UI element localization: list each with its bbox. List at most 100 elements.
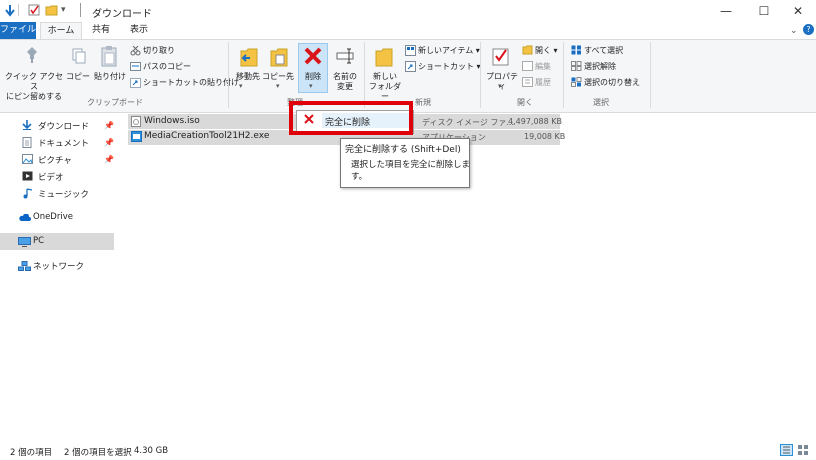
select-all-button[interactable]: すべて選択: [584, 45, 623, 56]
paste-button[interactable]: 貼り付け: [94, 72, 126, 82]
music-note-icon: [23, 188, 33, 202]
help-icon[interactable]: ?: [803, 24, 814, 35]
shortcut-label: ショートカット: [418, 62, 474, 71]
network-icon: [18, 261, 31, 274]
tab-share[interactable]: 共有: [84, 22, 118, 39]
details-view-icon[interactable]: [780, 444, 793, 456]
quick-access-down-arrow-icon[interactable]: [4, 4, 16, 20]
history-icon: [522, 77, 533, 90]
nav-item-onedrive[interactable]: OneDrive: [33, 212, 73, 222]
open-button[interactable]: 開く ▾: [535, 45, 558, 56]
nav-item-network[interactable]: ネットワーク: [33, 260, 84, 272]
tooltip-body-2: す。: [351, 172, 368, 182]
move-to-dropdown-arrow[interactable]: ▾: [239, 82, 243, 90]
tab-file[interactable]: ファイル: [0, 22, 36, 39]
pin-icon: [24, 46, 40, 67]
pin-small-icon: 📌: [104, 121, 114, 130]
shortcut-button[interactable]: ショートカット ▾: [418, 61, 481, 72]
rename-button[interactable]: 名前の 変更: [330, 72, 360, 92]
annotation-red-box: [289, 101, 413, 135]
pin-label-1: クイック アクセス: [4, 72, 64, 91]
iso-file-icon: [131, 116, 141, 130]
collapse-ribbon-chevron-icon[interactable]: ⌄: [790, 26, 798, 36]
delete-button[interactable]: 削除: [298, 72, 328, 82]
copy-path-button[interactable]: パスのコピー: [143, 61, 191, 72]
properties-dropdown-arrow[interactable]: ▾: [498, 82, 502, 90]
window-title: ダウンロード: [92, 9, 152, 20]
open-icon: [522, 45, 533, 58]
videos-icon: [22, 171, 33, 184]
nav-item-downloads[interactable]: ダウンロード: [38, 120, 89, 132]
cut-icon: [130, 45, 141, 59]
new-item-button[interactable]: 新しいアイテム ▾: [418, 45, 480, 56]
file-size: 19,008 KB: [524, 132, 566, 141]
group-label-clipboard: クリップボード: [87, 98, 143, 107]
file-name[interactable]: Windows.iso: [144, 116, 200, 126]
cut-button[interactable]: 切り取り: [143, 45, 175, 56]
nav-item-videos[interactable]: ビデオ: [38, 171, 64, 183]
new-folder-icon: [375, 46, 393, 71]
nav-item-pc[interactable]: PC: [33, 236, 44, 246]
nav-item-pictures[interactable]: ピクチャ: [38, 154, 72, 166]
pin-quick-access-button[interactable]: クイック アクセス にピン留めする: [2, 72, 66, 102]
history-button[interactable]: 履歴: [535, 77, 551, 88]
pc-monitor-icon: [18, 237, 31, 250]
paste-shortcut-icon: [130, 78, 141, 91]
new-folder-label-2: フォルダー: [369, 82, 401, 101]
edit-button[interactable]: 編集: [535, 61, 551, 72]
pictures-icon: [22, 154, 33, 167]
customize-qat-icon[interactable]: ▾: [61, 5, 66, 15]
exe-file-icon: [131, 131, 142, 145]
copy-to-icon: [270, 46, 288, 71]
status-selected-size: 4.30 GB: [134, 446, 169, 456]
edit-icon: [522, 61, 533, 74]
pin-label-2: にピン留めする: [6, 92, 62, 101]
paste-icon: [100, 45, 118, 70]
new-folder-label-1: 新しい: [373, 72, 397, 81]
file-name[interactable]: MediaCreationTool21H2.exe: [144, 131, 269, 141]
invert-selection-button[interactable]: 選択の切り替え: [584, 77, 640, 88]
maximize-button[interactable]: ☐: [746, 0, 782, 22]
documents-icon: [22, 137, 32, 151]
tab-view[interactable]: 表示: [122, 22, 156, 39]
tab-home[interactable]: ホーム: [40, 22, 82, 40]
new-item-icon: [405, 45, 416, 59]
copy-to-dropdown-arrow[interactable]: ▾: [276, 82, 280, 90]
status-item-count: 2 個の項目: [10, 448, 53, 458]
properties-button[interactable]: プロパティ: [484, 72, 520, 92]
copy-button[interactable]: コピー: [66, 72, 90, 82]
select-none-icon: [571, 61, 582, 74]
properties-icon: [492, 46, 510, 69]
select-none-button[interactable]: 選択解除: [584, 61, 616, 72]
rename-label-2: 変更: [337, 82, 353, 91]
new-folder-button[interactable]: 新しい フォルダー: [366, 72, 404, 102]
rename-label-1: 名前の: [333, 72, 357, 81]
large-icons-view-icon[interactable]: [797, 444, 810, 456]
nav-item-music[interactable]: ミュージック: [38, 188, 89, 200]
group-label-select: 選択: [593, 98, 609, 107]
new-item-label: 新しいアイテム: [418, 46, 474, 55]
open-label: 開く: [535, 46, 551, 55]
copy-icon: [72, 48, 86, 67]
file-type: ディスク イメージ ファ...: [422, 118, 514, 127]
move-to-icon: [240, 46, 258, 71]
invert-selection-icon: [571, 77, 582, 90]
tooltip-body-1: 選択した項目を完全に削除しま: [351, 160, 471, 170]
tooltip-title: 完全に削除する (Shift+Del): [345, 145, 461, 155]
shortcut-icon: [405, 61, 416, 75]
paste-shortcut-button[interactable]: ショートカットの貼り付け: [143, 77, 239, 88]
nav-item-documents[interactable]: ドキュメント: [38, 137, 89, 149]
copy-to-button[interactable]: コピー先: [262, 72, 294, 82]
close-button[interactable]: ✕: [780, 0, 816, 22]
move-to-button[interactable]: 移動先: [232, 72, 264, 82]
minimize-button[interactable]: —: [708, 0, 744, 22]
downloads-arrow-icon: [22, 120, 32, 133]
properties-check-icon[interactable]: [28, 4, 40, 19]
status-selected-count: 2 個の項目を選択: [64, 448, 132, 458]
delete-x-icon: [303, 46, 323, 69]
group-label-open: 開く: [517, 98, 533, 107]
pin-small-icon: 📌: [104, 138, 114, 147]
pin-small-icon: 📌: [104, 155, 114, 164]
new-folder-quick-icon[interactable]: [45, 4, 58, 19]
delete-dropdown-arrow[interactable]: ▾: [309, 82, 313, 90]
